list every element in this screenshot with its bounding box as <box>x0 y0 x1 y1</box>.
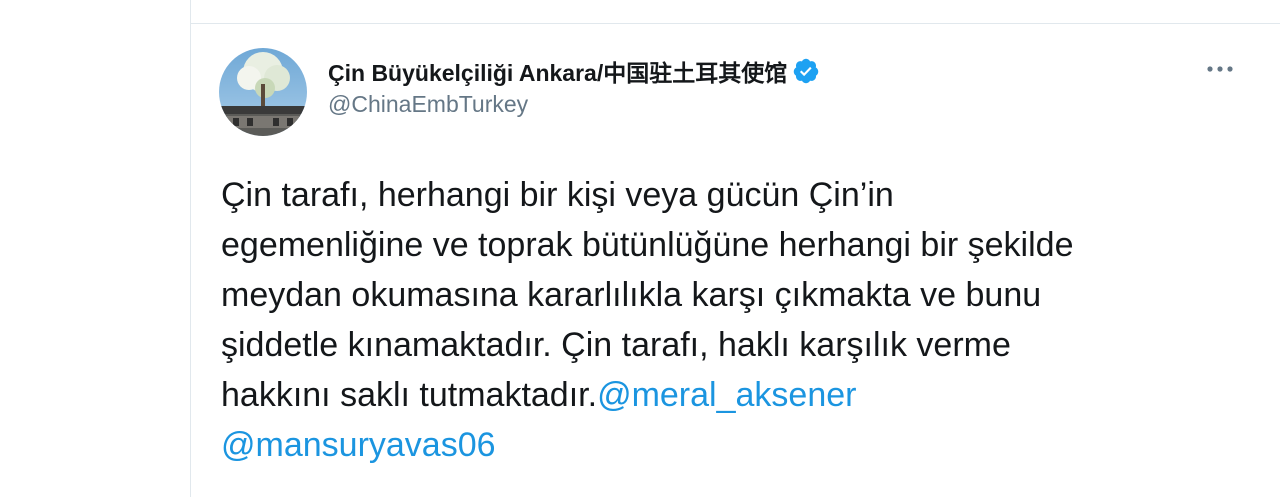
tweet-text-segment: hakkını saklı tutmaktadır. <box>221 376 598 414</box>
tweet-text-line: hakkını saklı tutmaktadır.@meral_aksener <box>221 370 1261 420</box>
tweet-text-line: @mansuryavas06 <box>221 420 1261 470</box>
tweet-text: Çin tarafı, herhangi bir kişi veya gücün… <box>221 170 1261 470</box>
tweet-text-line: şiddetle kınamaktadır. Çin tarafı, haklı… <box>221 326 1011 364</box>
tweet-text-line: meydan okumasına kararlılıkla karşı çıkm… <box>221 276 1042 314</box>
page: Çin Büyükelçiliği Ankara/中国驻土耳其使馆 @China… <box>0 0 1280 497</box>
avatar-image <box>219 48 307 136</box>
more-horizontal-icon <box>1207 66 1233 72</box>
avatar[interactable] <box>219 48 307 136</box>
verified-badge-icon <box>792 57 820 85</box>
tweet[interactable]: Çin Büyükelçiliği Ankara/中国驻土耳其使馆 @China… <box>191 24 1280 497</box>
tweet-text-line: Çin tarafı, herhangi bir kişi veya gücün… <box>221 176 894 214</box>
name-row: Çin Büyükelçiliği Ankara/中国驻土耳其使馆 <box>328 55 820 87</box>
display-name[interactable]: Çin Büyükelçiliği Ankara/中国驻土耳其使馆 <box>328 54 787 88</box>
mention-link[interactable]: @mansuryavas06 <box>221 426 496 464</box>
tweet-header: Çin Büyükelçiliği Ankara/中国驻土耳其使馆 @China… <box>328 55 820 118</box>
mention-link[interactable]: @meral_aksener <box>597 376 856 414</box>
tweet-text-line: egemenliğine ve toprak bütünlüğüne herha… <box>221 226 1074 264</box>
user-handle[interactable]: @ChinaEmbTurkey <box>328 91 820 118</box>
timeline-column: Çin Büyükelçiliği Ankara/中国驻土耳其使馆 @China… <box>190 0 1280 497</box>
more-options-button[interactable] <box>1200 56 1240 82</box>
